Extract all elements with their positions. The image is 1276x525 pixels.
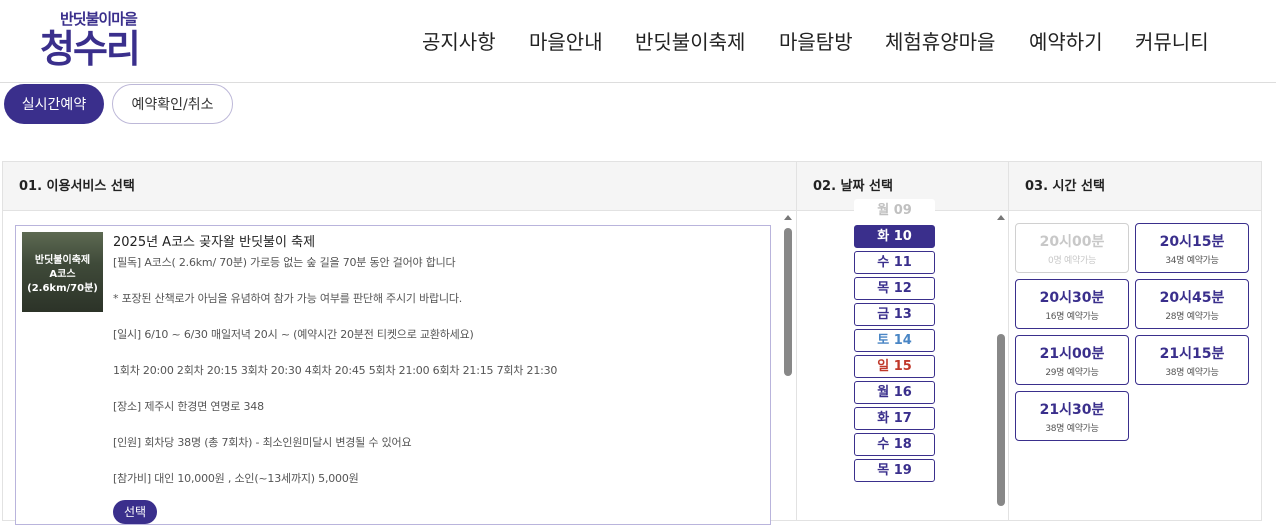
description-line: * 포장된 산책로가 아님을 유념하여 참가 가능 여부를 판단해 주시기 바랍… <box>113 292 463 305</box>
nav-reservation[interactable]: 예약하기 <box>1029 26 1103 55</box>
time-slot-availability: 29명 예약가능 <box>1045 368 1099 378</box>
service-title: 2025년 A코스 곶자왈 반딧불이 축제 <box>113 235 316 250</box>
time-slot[interactable]: 21시15분 38명 예약가능 <box>1135 335 1249 385</box>
time-slot-time: 21시00분 <box>1039 346 1105 362</box>
time-slot[interactable]: 20시45분 28명 예약가능 <box>1135 279 1249 329</box>
date-item[interactable]: 화 17 <box>854 407 935 430</box>
description-line: [필독] A코스( 2.6km/ 70분) 가로등 없는 숲 길을 70분 동안… <box>113 256 456 269</box>
nav-experience-village[interactable]: 체험휴양마을 <box>885 26 995 55</box>
date-item[interactable]: 토 14 <box>854 329 935 352</box>
time-slot-availability: 34명 예약가능 <box>1165 256 1219 266</box>
time-slot[interactable]: 20시30분 16명 예약가능 <box>1015 279 1129 329</box>
date-item[interactable]: 화 10 <box>854 225 935 248</box>
time-slot-time: 21시15분 <box>1159 346 1225 362</box>
scrollbar-thumb[interactable] <box>997 334 1005 506</box>
service-scrollbar[interactable] <box>783 214 793 514</box>
service-thumbnail: 반딧불이축제 A코스 (2.6km/70분) <box>22 232 103 312</box>
time-slot-time: 20시45분 <box>1159 290 1225 306</box>
date-panel: 02. 날짜 선택 월 08 월 09 화 10 수 11 목 12 금 13 … <box>796 161 1009 521</box>
tab-realtime-reservation[interactable]: 실시간예약 <box>4 84 104 124</box>
service-panel-title: 01. 이용서비스 선택 <box>3 162 796 211</box>
service-card[interactable]: 반딧불이축제 A코스 (2.6km/70분) 2025년 A코스 곶자왈 반딧불… <box>15 225 771 525</box>
description-line: [인원] 회차당 38명 (총 7회차) - 최소인원미달시 변경될 수 있어요 <box>113 436 412 449</box>
nav-firefly-festival[interactable]: 반딧불이축제 <box>635 26 745 55</box>
time-slot-time: 20시00분 <box>1039 234 1105 250</box>
time-panel-title: 03. 시간 선택 <box>1009 162 1261 211</box>
description-line: [참가비] 대인 10,000원 , 소인(~13세까지) 5,000원 <box>113 472 359 485</box>
nav-village-tour[interactable]: 마을탐방 <box>779 26 853 55</box>
date-item[interactable]: 수 18 <box>854 433 935 456</box>
scroll-up-arrow-icon[interactable] <box>997 215 1005 220</box>
time-slot[interactable]: 20시15분 34명 예약가능 <box>1135 223 1249 273</box>
time-slot-availability: 28명 예약가능 <box>1165 312 1219 322</box>
time-slot-availability: 0명 예약가능 <box>1048 256 1096 266</box>
thumb-text-1: 반딧불이축제 <box>34 255 91 266</box>
time-slot-availability: 16명 예약가능 <box>1045 312 1099 322</box>
thumb-text-2: A코스 <box>49 269 76 280</box>
reservation-tabs: 실시간예약 예약확인/취소 <box>4 84 233 124</box>
date-scrollbar[interactable] <box>996 214 1006 514</box>
tab-reservation-check-cancel[interactable]: 예약확인/취소 <box>112 84 233 124</box>
time-slot[interactable]: 21시00분 29명 예약가능 <box>1015 335 1129 385</box>
date-list: 월 09 화 10 수 11 목 12 금 13 토 14 일 15 월 16 … <box>854 199 935 485</box>
nav-village-info[interactable]: 마을안내 <box>529 26 603 55</box>
logo-title: 청수리 <box>40 26 141 71</box>
date-item: 월 09 <box>854 199 935 222</box>
description-line: 1회차 20:00 2회차 20:15 3회차 20:30 4회차 20:45 … <box>113 364 558 377</box>
time-slot-time: 21시30분 <box>1039 402 1105 418</box>
description-line: [장소] 제주시 한경면 연명로 348 <box>113 400 264 413</box>
date-item[interactable]: 일 15 <box>854 355 935 378</box>
time-panel: 03. 시간 선택 20시00분 0명 예약가능 20시15분 34명 예약가능… <box>1008 161 1262 521</box>
date-item[interactable]: 월 16 <box>854 381 935 404</box>
service-description: [필독] A코스( 2.6km/ 70분) 가로등 없는 숲 길을 70분 동안… <box>113 254 753 506</box>
time-slot-availability: 38명 예약가능 <box>1045 424 1099 434</box>
select-service-button[interactable]: 선택 <box>113 500 157 524</box>
scrollbar-thumb[interactable] <box>784 228 792 376</box>
date-item[interactable]: 수 11 <box>854 251 935 274</box>
date-item[interactable]: 금 13 <box>854 303 935 326</box>
time-slot: 20시00분 0명 예약가능 <box>1015 223 1129 273</box>
time-slot[interactable]: 21시30분 38명 예약가능 <box>1015 391 1129 441</box>
scroll-up-arrow-icon[interactable] <box>784 215 792 220</box>
time-slot-time: 20시30분 <box>1039 290 1105 306</box>
date-item[interactable]: 목 19 <box>854 459 935 482</box>
nav-community[interactable]: 커뮤니티 <box>1135 26 1209 55</box>
site-header: 반딧불이마을 청수리 공지사항 마을안내 반딧불이축제 마을탐방 체험휴양마을 … <box>0 0 1276 83</box>
time-slot-availability: 38명 예약가능 <box>1165 368 1219 378</box>
time-slot-time: 20시15분 <box>1159 234 1225 250</box>
thumb-text-3: (2.6km/70분) <box>27 283 98 294</box>
date-item[interactable]: 목 12 <box>854 277 935 300</box>
description-line: [일시] 6/10 ~ 6/30 매일저녁 20시 ~ (예약시간 20분전 티… <box>113 328 474 341</box>
site-logo[interactable]: 반딧불이마을 청수리 <box>40 6 150 72</box>
nav-notice[interactable]: 공지사항 <box>422 26 496 55</box>
service-panel: 01. 이용서비스 선택 반딧불이축제 A코스 (2.6km/70분) 2025… <box>2 161 797 525</box>
